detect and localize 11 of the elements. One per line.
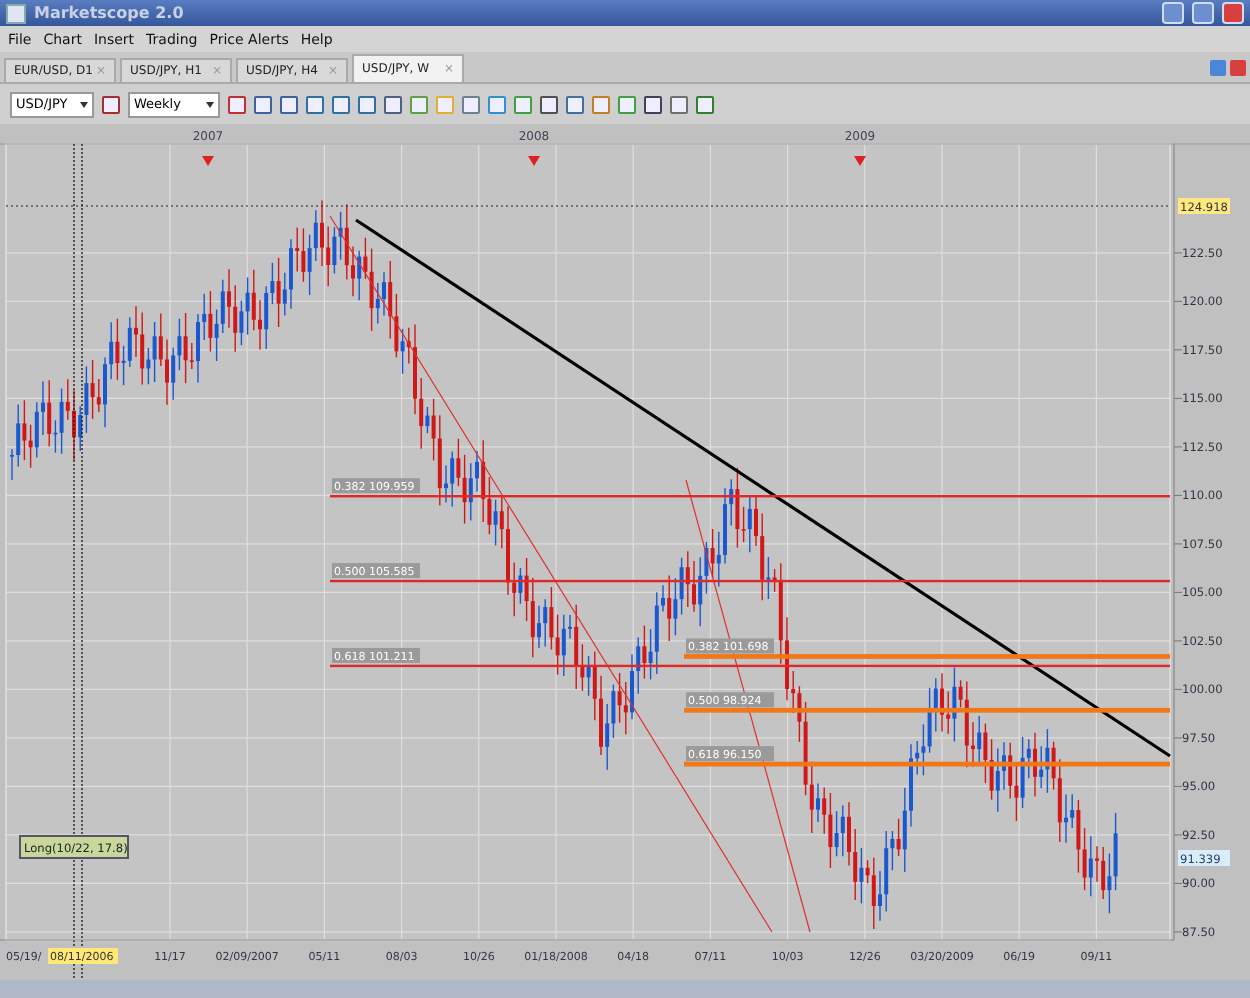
channel-line[interactable] (329, 215, 773, 933)
app-icon (6, 3, 26, 23)
fibonacci-line[interactable] (330, 579, 1170, 583)
window-title: Marketscope 2.0 (34, 4, 186, 22)
minimize-button[interactable] (1162, 2, 1184, 24)
restore-button[interactable] (1192, 2, 1214, 24)
channel-line[interactable] (685, 479, 811, 933)
fibonacci-line[interactable] (684, 707, 1170, 713)
fibonacci-line[interactable] (330, 664, 1170, 668)
fibonacci-line[interactable] (684, 761, 1170, 767)
close-button[interactable] (1222, 2, 1244, 24)
